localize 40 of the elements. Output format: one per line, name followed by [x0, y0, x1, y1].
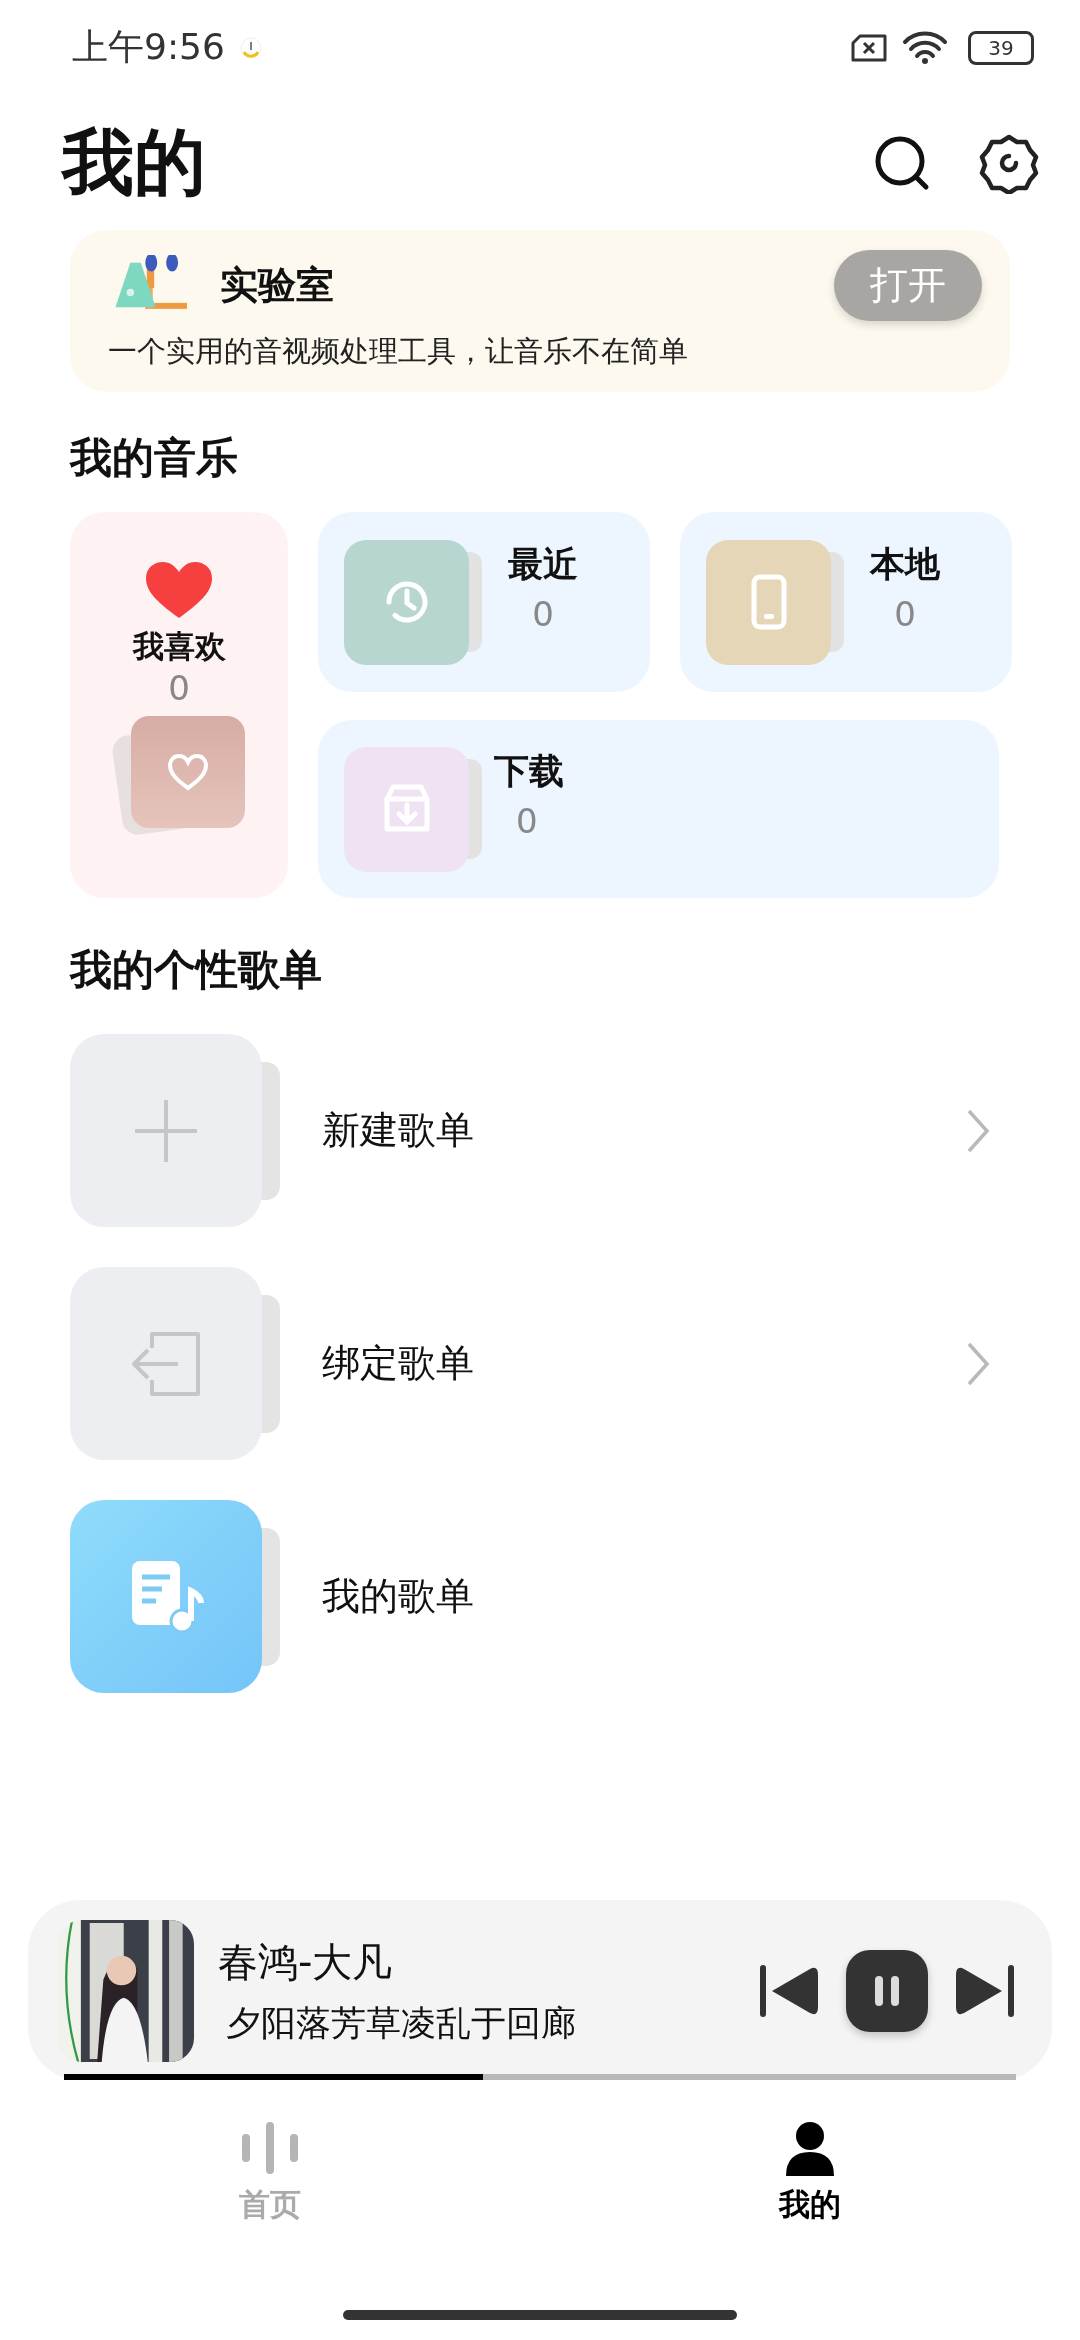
sound-bars-icon	[240, 2120, 300, 2176]
playlist-label: 我的歌单	[322, 1573, 474, 1620]
import-icon	[70, 1267, 262, 1460]
favorites-label: 我喜欢	[132, 627, 226, 666]
progress-bar[interactable]	[64, 2074, 1016, 2080]
status-time: 上午9:56	[72, 25, 225, 69]
pause-button[interactable]	[846, 1950, 928, 2032]
category-label: 本地	[870, 542, 940, 586]
favorites-card[interactable]: 我喜欢 0	[70, 512, 288, 898]
wifi-icon	[902, 30, 948, 65]
banner-title: 实验室	[220, 261, 334, 309]
music-category-card[interactable]: 下载 0	[318, 720, 999, 898]
song-title: 春鸿-大凡	[218, 1938, 394, 1987]
playlist-row[interactable]: 我的歌单	[70, 1500, 1010, 1693]
section-title: 我的音乐	[68, 432, 239, 484]
category-label: 最近	[508, 542, 578, 586]
nav-tab[interactable]: 我的	[540, 2120, 1080, 2310]
battery-icon: 39	[968, 30, 1034, 65]
category-count: 0	[894, 593, 916, 634]
heart-icon	[144, 560, 214, 620]
section-title: 我的个性歌单	[68, 944, 323, 996]
mini-player[interactable]: 春鸿-大凡 夕阳落芳草凌乱于回廊	[28, 1900, 1052, 2080]
category-count: 0	[532, 593, 554, 634]
playlist-label: 新建歌单	[322, 1107, 474, 1154]
page-title: 我的	[62, 118, 206, 206]
category-count: 0	[516, 800, 538, 841]
music-app-icon	[238, 35, 263, 60]
favorites-count: 0	[168, 668, 190, 708]
banner-description: 一个实用的音视频处理工具，让音乐不在简单	[108, 333, 689, 370]
pause-icon	[872, 1974, 902, 2008]
category-label: 下载	[494, 749, 564, 793]
song-lyric: 夕阳落芳草凌乱于回廊	[225, 2002, 576, 2045]
playlist-label: 绑定歌单	[322, 1340, 474, 1387]
music-category-card[interactable]: 本地 0	[680, 512, 1012, 692]
sim-error-icon	[850, 32, 888, 63]
plus-icon	[70, 1034, 262, 1227]
playlist-row[interactable]: 绑定歌单	[70, 1267, 1010, 1460]
music-note-icon	[70, 1500, 262, 1693]
music-category-card[interactable]: 最近 0	[318, 512, 650, 692]
playlist-row[interactable]: 新建歌单	[70, 1034, 1010, 1227]
